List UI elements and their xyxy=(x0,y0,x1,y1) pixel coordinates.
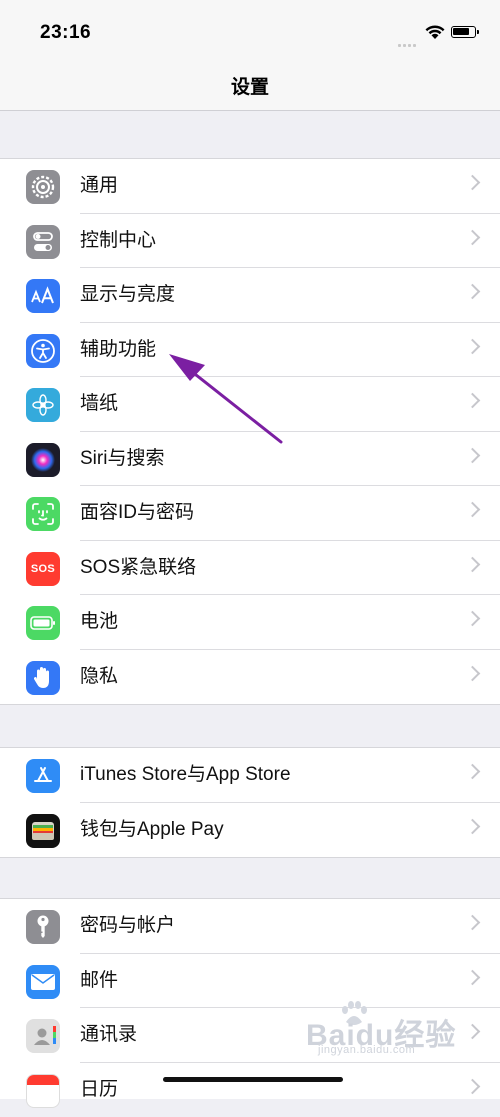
settings-row-itunes-app-store[interactable]: iTunes Store与App Store xyxy=(0,748,500,803)
settings-row-display-brightness[interactable]: 显示与亮度 xyxy=(0,268,500,323)
hand-icon xyxy=(26,661,60,695)
home-indicator xyxy=(163,1077,343,1082)
settings-row-wallpaper[interactable]: 墙纸 xyxy=(0,377,500,432)
settings-group-1: 通用 控制中心 显示与亮度 辅助功能 墙纸 xyxy=(0,158,500,705)
toggles-icon xyxy=(26,225,60,259)
face-id-icon xyxy=(26,497,60,531)
settings-group-2: iTunes Store与App Store 钱包与Apple Pay xyxy=(0,747,500,858)
chevron-right-icon xyxy=(465,764,481,780)
sos-badge-text: SOS xyxy=(31,563,55,575)
key-icon xyxy=(26,910,60,944)
settings-row-label: 面容ID与密码 xyxy=(80,486,194,541)
settings-row-passwords-accounts[interactable]: 密码与帐户 xyxy=(0,899,500,954)
settings-row-control-center[interactable]: 控制中心 xyxy=(0,214,500,269)
settings-row-label: 邮件 xyxy=(80,954,118,1009)
settings-group-3: 密码与帐户 邮件 通讯录 日历 xyxy=(0,898,500,1099)
battery-status-icon xyxy=(451,26,476,38)
chevron-right-icon xyxy=(465,502,481,518)
chevron-right-icon xyxy=(465,393,481,409)
text-size-icon xyxy=(26,279,60,313)
mail-icon xyxy=(26,965,60,999)
chevron-right-icon xyxy=(465,1078,481,1094)
settings-row-label: SOS紧急联络 xyxy=(80,541,196,596)
chevron-right-icon xyxy=(465,284,481,300)
chevron-right-icon xyxy=(465,556,481,572)
settings-row-battery[interactable]: 电池 xyxy=(0,595,500,650)
baidu-watermark: Baidu经验 jingyan.baidu.com xyxy=(298,1000,458,1060)
settings-row-label: 电池 xyxy=(80,595,118,650)
app-store-icon xyxy=(26,759,60,793)
settings-row-label: 墙纸 xyxy=(80,377,118,432)
wallet-icon xyxy=(26,814,60,848)
status-time: 23:16 xyxy=(40,22,91,44)
settings-row-label: 日历 xyxy=(80,1063,118,1117)
flower-icon xyxy=(26,388,60,422)
wifi-icon xyxy=(424,24,446,40)
settings-row-label: 隐私 xyxy=(80,650,118,705)
settings-row-general[interactable]: 通用 xyxy=(0,159,500,214)
settings-row-label: 显示与亮度 xyxy=(80,268,175,323)
settings-row-accessibility[interactable]: 辅助功能 xyxy=(0,323,500,378)
sos-icon: SOS xyxy=(26,552,60,586)
battery-icon xyxy=(26,606,60,640)
chevron-right-icon xyxy=(465,915,481,931)
siri-icon xyxy=(26,443,60,477)
settings-row-label: 辅助功能 xyxy=(80,323,156,378)
chevron-right-icon xyxy=(465,175,481,191)
settings-row-privacy[interactable]: 隐私 xyxy=(0,650,500,705)
chevron-right-icon xyxy=(465,611,481,627)
page-title: 设置 xyxy=(0,72,500,99)
settings-row-siri-search[interactable]: Siri与搜索 xyxy=(0,432,500,487)
chevron-right-icon xyxy=(465,447,481,463)
chevron-right-icon xyxy=(465,818,481,834)
chevron-right-icon xyxy=(465,338,481,354)
settings-row-label: 密码与帐户 xyxy=(80,899,175,954)
cellular-signal-icon xyxy=(398,34,418,52)
chevron-right-icon xyxy=(465,1024,481,1040)
chevron-right-icon xyxy=(465,665,481,681)
navigation-bar: 设置 xyxy=(0,64,500,111)
chevron-right-icon xyxy=(465,229,481,245)
gear-icon xyxy=(26,170,60,204)
status-bar: 23:16 xyxy=(0,0,500,64)
settings-row-face-id-passcode[interactable]: 面容ID与密码 xyxy=(0,486,500,541)
accessibility-icon xyxy=(26,334,60,368)
settings-row-label: iTunes Store与App Store xyxy=(80,748,291,803)
settings-row-label: 通用 xyxy=(80,159,118,214)
contacts-icon xyxy=(26,1019,60,1053)
calendar-icon xyxy=(26,1074,60,1108)
settings-row-label: 控制中心 xyxy=(80,214,156,269)
settings-row-label: 通讯录 xyxy=(80,1008,137,1063)
settings-row-calendar[interactable]: 日历 xyxy=(0,1063,500,1117)
settings-row-label: 钱包与Apple Pay xyxy=(80,803,224,858)
settings-row-wallet-apple-pay[interactable]: 钱包与Apple Pay xyxy=(0,803,500,858)
settings-row-emergency-sos[interactable]: SOS SOS紧急联络 xyxy=(0,541,500,596)
watermark-url: jingyan.baidu.com xyxy=(318,1044,415,1056)
settings-row-label: Siri与搜索 xyxy=(80,432,164,487)
chevron-right-icon xyxy=(465,969,481,985)
